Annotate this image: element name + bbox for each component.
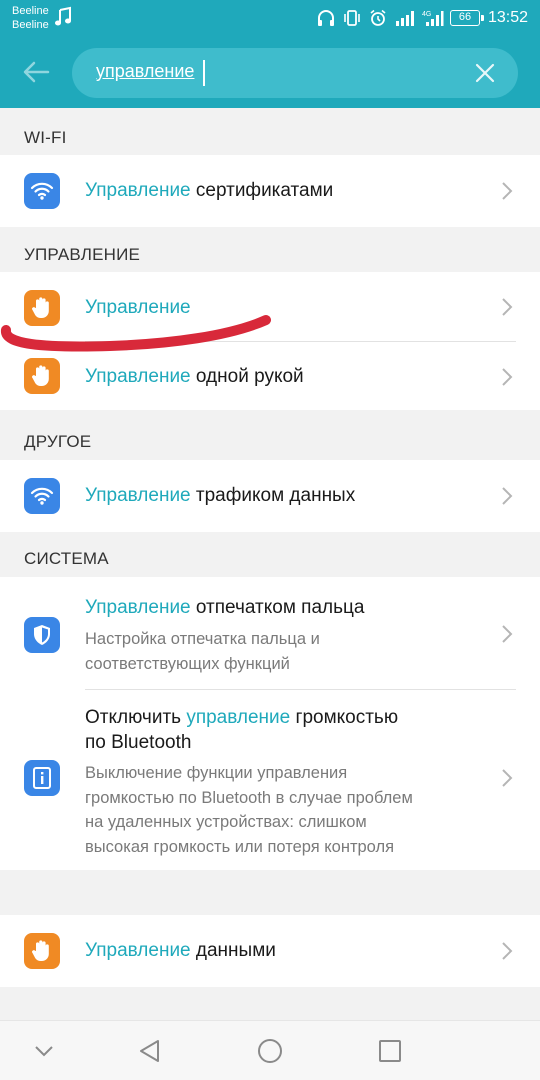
title-rest: громкостью (290, 707, 399, 728)
row-title-line2: по Bluetooth (85, 732, 192, 753)
title-rest: одной рукой (190, 366, 304, 387)
result-row-bluetooth-volume[interactable]: Отключить управление громкостью по Bluet… (0, 690, 540, 870)
signal-4g-icon: 4G (422, 11, 444, 26)
section-header-control: УПРАВЛЕНИЕ (24, 245, 141, 264)
hand-icon (24, 933, 60, 969)
alarm-icon (370, 9, 386, 26)
chevron-right-icon (502, 298, 513, 316)
highlight-text: Управление (85, 297, 191, 318)
wifi-icon (24, 173, 60, 209)
row-title: Управление одной рукой (85, 364, 304, 389)
status-bar: Beeline Beeline 4G 66 13:52 (0, 0, 540, 36)
recents-square-icon[interactable] (374, 1035, 406, 1067)
row-title: Отключить управление громкостью (85, 705, 398, 730)
shield-icon (24, 617, 60, 653)
row-title: Управление отпечатком пальца (85, 595, 364, 620)
search-query[interactable]: управление (96, 61, 194, 82)
row-subtitle: громкостью по Bluetooth в случае проблем (85, 789, 413, 807)
hand-icon (24, 358, 60, 394)
title-pre: Отключить (85, 707, 187, 728)
headphones-icon (317, 10, 334, 26)
result-row-data[interactable]: Управление данными (0, 915, 540, 987)
card-other: Управление трафиком данных (0, 460, 540, 532)
battery-indicator: 66 (449, 10, 484, 26)
search-header: управление (0, 36, 540, 108)
title-rest: трафиком данных (190, 485, 356, 506)
result-row-fingerprint[interactable]: Управление отпечатком пальца Настройка о… (0, 577, 540, 689)
row-title: Управление сертификатами (85, 178, 333, 203)
row-title: Управление (85, 295, 191, 320)
title-rest: данными (190, 940, 276, 961)
highlight-text: Управление (85, 597, 191, 618)
row-subtitle: Выключение функции управления (85, 764, 348, 782)
row-subtitle: на удаленных устройствах: слишком (85, 813, 367, 831)
chevron-right-icon (502, 769, 513, 787)
music-note-icon (55, 6, 71, 26)
result-row-control[interactable]: Управление (0, 272, 540, 342)
title-rest: отпечатком пальца (190, 597, 365, 618)
chevron-right-icon (502, 368, 513, 386)
chevron-right-icon (502, 182, 513, 200)
highlight-text: Управление (85, 180, 191, 201)
close-icon[interactable] (474, 62, 496, 84)
section-header-wifi: WI-FI (24, 128, 67, 147)
highlight-text: управление (186, 707, 291, 728)
home-circle-icon[interactable] (254, 1035, 286, 1067)
chevron-down-icon[interactable] (28, 1035, 60, 1067)
card-control: Управление Управление одной рукой (0, 272, 540, 410)
chevron-right-icon (502, 942, 513, 960)
result-row-traffic[interactable]: Управление трафиком данных (0, 460, 540, 532)
wifi-icon (24, 478, 60, 514)
highlight-text: Управление (85, 940, 191, 961)
back-triangle-icon[interactable] (134, 1035, 166, 1067)
search-input[interactable]: управление (72, 48, 518, 98)
signal-icon (395, 11, 414, 26)
title-rest: сертификатами (190, 180, 334, 201)
info-icon (24, 760, 60, 796)
section-header-system: СИСТЕМА (24, 549, 109, 568)
row-subtitle: Настройка отпечатка пальца и (85, 630, 320, 648)
row-title: Управление данными (85, 938, 276, 963)
vibrate-icon (344, 10, 360, 26)
hand-icon (24, 290, 60, 326)
carrier-2: Beeline (12, 19, 49, 31)
row-title: Управление трафиком данных (85, 483, 355, 508)
result-row-one-hand[interactable]: Управление одной рукой (0, 342, 540, 410)
carrier-1: Beeline (12, 5, 49, 17)
arrow-left-icon[interactable] (20, 56, 52, 88)
row-subtitle: соответствующих функций (85, 655, 290, 673)
chevron-right-icon (502, 487, 513, 505)
result-row-certificates[interactable]: Управление сертификатами (0, 155, 540, 227)
status-icons: 4G 66 13:52 (316, 8, 528, 28)
row-subtitle: высокая громкость или потеря контроля (85, 838, 395, 856)
carrier-labels: Beeline Beeline (12, 4, 49, 32)
highlight-text: Управление (85, 366, 191, 387)
section-header-other: ДРУГОЕ (24, 432, 92, 451)
highlight-text: Управление (85, 485, 191, 506)
text-caret (203, 60, 205, 86)
chevron-right-icon (502, 625, 513, 643)
card-wifi: Управление сертификатами (0, 155, 540, 227)
svg-text:4G: 4G (422, 11, 431, 18)
card-system: Управление отпечатком пальца Настройка о… (0, 577, 540, 870)
navigation-bar (0, 1020, 540, 1080)
clock: 13:52 (487, 9, 528, 26)
card-data: Управление данными (0, 915, 540, 987)
